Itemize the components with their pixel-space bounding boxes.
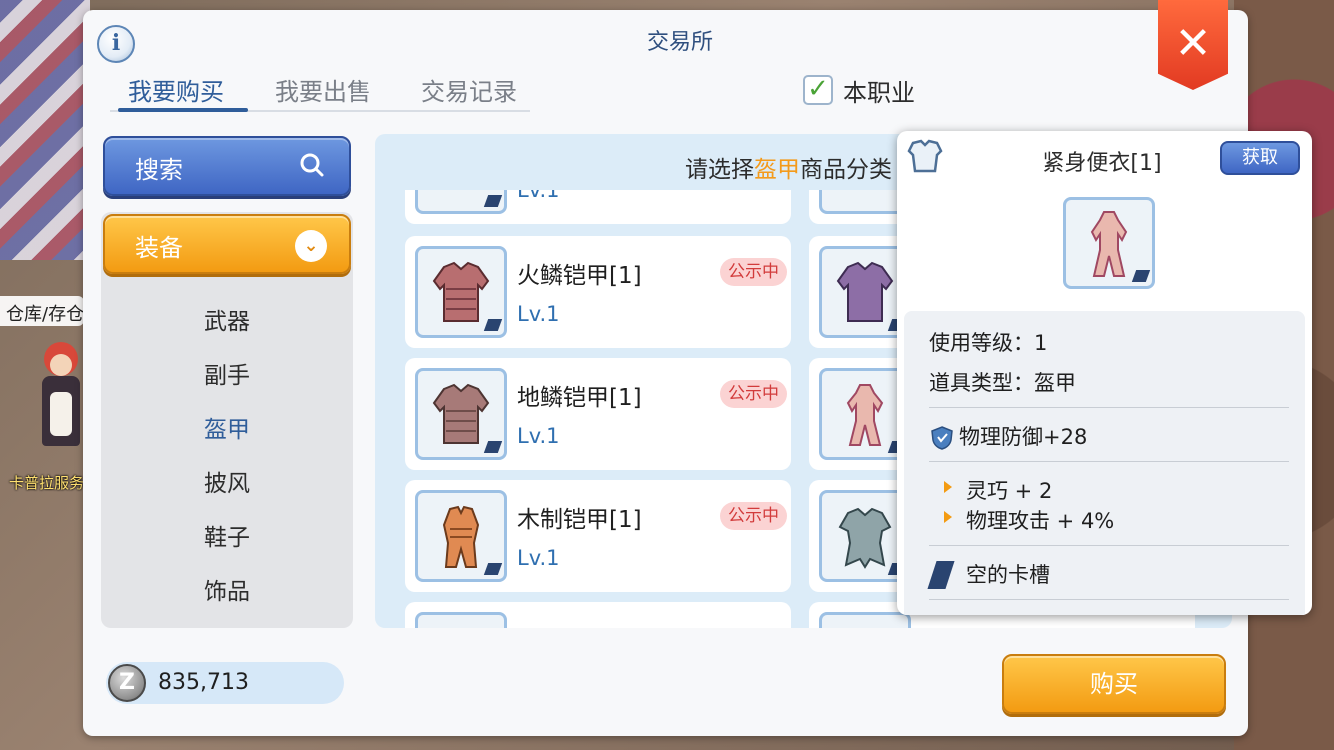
zeny-coin-icon: Z (108, 664, 146, 702)
checkbox-checked-icon[interactable]: ✓ (803, 75, 833, 105)
chevron-down-icon: ⌄ (295, 230, 327, 262)
armor-type-icon (907, 139, 943, 173)
bullet-icon (944, 511, 952, 523)
card-slot-icon (927, 561, 955, 589)
info-icon[interactable]: i (97, 25, 135, 63)
equipment-category-button[interactable]: 装备 ⌄ (103, 214, 351, 274)
search-icon (300, 153, 324, 177)
kafra-npc-sprite[interactable] (38, 342, 84, 452)
item-icon-frame (415, 246, 507, 338)
tab-buy[interactable]: 我要购买 (128, 72, 224, 107)
item-name: 地鳞铠甲[1] (517, 385, 642, 411)
wooden-armor-icon (442, 505, 480, 568)
item-stats-panel[interactable]: 使用等级：1 道具类型：盔甲 物理防御+28 灵巧 + 2 物理攻击 + 4% … (904, 311, 1305, 615)
tab-bar: 我要购买 我要出售 交易记录 (110, 68, 530, 112)
sidebar-item-accessory[interactable]: 饰品 (103, 572, 351, 606)
item-detail-icon-frame (1063, 197, 1155, 289)
shield-icon (931, 426, 953, 450)
npc-name-label: 卡普拉服务 (8, 474, 84, 492)
list-item[interactable]: 火鳞铠甲[1] Lv.1 公示中 (405, 236, 791, 348)
item-detail-popup: 紧身便衣[1] 获取 使用等级：1 道具类型：盔甲 物理防御+28 灵巧 + 2… (897, 131, 1312, 615)
background-awning (0, 0, 90, 260)
search-button-label: 搜索 (135, 156, 183, 184)
tight-suit-icon (846, 384, 884, 446)
item-icon-frame (415, 368, 507, 460)
item-icon-frame (415, 490, 507, 582)
item-icon-frame (819, 612, 911, 628)
tight-suit-icon (1090, 211, 1128, 277)
sidebar-item-garment[interactable]: 披风 (103, 464, 351, 498)
card-slot-text: 空的卡槽 (966, 563, 1050, 587)
list-header: 请选择盔甲商品分类 (685, 157, 892, 183)
item-name: 火鳞铠甲[1] (517, 263, 642, 289)
close-button[interactable]: ✕ (1158, 0, 1228, 90)
currency-amount: 835,713 (158, 670, 249, 695)
obtain-button[interactable]: 获取 (1220, 141, 1300, 175)
scale-armor-icon (432, 261, 490, 322)
status-badge: 公示中 (720, 502, 787, 530)
scale-armor-icon (836, 261, 894, 322)
list-item[interactable]: Lv.1 (405, 190, 791, 224)
defense-stat: 物理防御+28 (959, 425, 1088, 449)
item-detail-title: 紧身便衣[1] (1042, 151, 1162, 176)
sidebar-item-armor[interactable]: 盔甲 (103, 410, 351, 444)
buy-button[interactable]: 购买 (1002, 654, 1226, 714)
item-icon-frame (415, 612, 507, 628)
item-level: Lv.1 (517, 190, 560, 202)
use-level-text: 使用等级：1 (929, 331, 1048, 355)
bullet-icon (944, 481, 952, 493)
tab-active-indicator (118, 108, 248, 112)
bonus-stat: 灵巧 + 2 (966, 479, 1053, 503)
equipment-category-label: 装备 (135, 234, 183, 262)
item-name: 木制铠甲[1] (517, 507, 642, 533)
warehouse-sign[interactable]: 仓库/存仓 (0, 296, 84, 326)
status-badge: 公示中 (720, 258, 787, 286)
job-filter-toggle[interactable]: ✓ 本职业 (803, 72, 915, 108)
status-badge: 公示中 (720, 380, 787, 408)
job-filter-label: 本职业 (843, 78, 915, 107)
tab-sell[interactable]: 我要出售 (275, 72, 371, 107)
search-button[interactable]: 搜索 (103, 136, 351, 196)
item-icon-frame (415, 190, 507, 214)
close-icon: ✕ (1174, 18, 1212, 69)
item-level: Lv.1 (517, 302, 560, 326)
list-item[interactable]: 木制铠甲[1] Lv.1 公示中 (405, 480, 791, 592)
list-item[interactable]: 地鳞铠甲[1] Lv.1 公示中 (405, 358, 791, 470)
scale-armor-icon (432, 383, 490, 444)
sidebar-item-shoes[interactable]: 鞋子 (103, 518, 351, 552)
list-header-category: 盔甲 (754, 157, 800, 183)
bonus-stat: 物理攻击 + 4% (966, 509, 1115, 533)
window-title: 交易所 (646, 30, 713, 55)
plate-armor-icon (838, 507, 892, 569)
list-item[interactable] (405, 602, 791, 628)
sidebar-item-weapon[interactable]: 武器 (103, 302, 351, 336)
item-level: Lv.1 (517, 424, 560, 448)
tab-history[interactable]: 交易记录 (421, 72, 517, 107)
item-level: Lv.1 (517, 546, 560, 570)
sidebar-item-offhand[interactable]: 副手 (103, 356, 351, 390)
item-type-text: 道具类型：盔甲 (929, 371, 1076, 395)
